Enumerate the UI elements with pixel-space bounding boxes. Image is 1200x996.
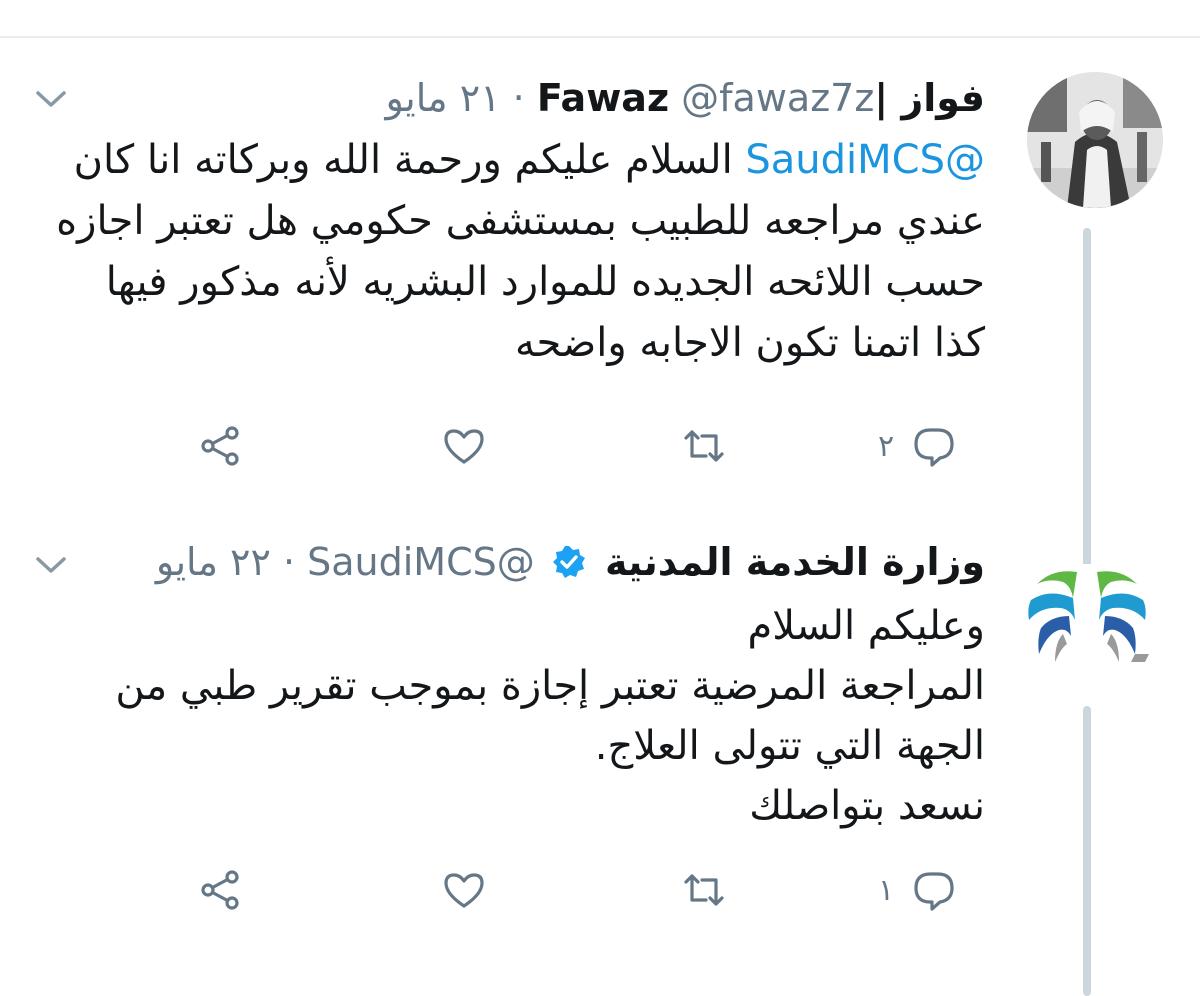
tweet-actions: ١ bbox=[0, 860, 1200, 920]
verified-badge-icon bbox=[551, 541, 587, 578]
tweet-line: نسعد بتواصلك bbox=[749, 783, 985, 829]
chevron-down-icon[interactable] bbox=[34, 88, 68, 110]
tweet-header: وزارة الخدمة المدنية @SaudiMCS · ٢٢ مايو bbox=[156, 536, 985, 588]
share-icon bbox=[201, 426, 239, 466]
tweet-actions: ٢ bbox=[0, 416, 1200, 476]
reply-icon bbox=[914, 872, 954, 911]
tweet-text: وعليكم السلام المراجعة المرضية تعتبر إجا… bbox=[55, 596, 985, 836]
tweet-saudimcs[interactable]: وزارة الخدمة المدنية @SaudiMCS · ٢٢ مايو… bbox=[0, 516, 1200, 996]
avatar[interactable] bbox=[1019, 564, 1155, 700]
author-name[interactable]: وزارة الخدمة المدنية bbox=[605, 540, 985, 584]
author-handle[interactable]: @fawaz7z bbox=[681, 76, 874, 120]
tweet-line: عندي مراجعه للطبيب بمستشفى حكومي هل تعتب… bbox=[56, 198, 985, 244]
chevron-down-icon[interactable] bbox=[34, 554, 68, 576]
separator-dot: · bbox=[282, 540, 296, 584]
mention-link[interactable]: @SaudiMCS bbox=[745, 137, 985, 183]
retweet-button[interactable] bbox=[680, 860, 728, 920]
tweet-fawaz[interactable]: فواز |Fawaz @fawaz7z · ٢١ مايو @SaudiMCS… bbox=[0, 38, 1200, 568]
share-button[interactable] bbox=[196, 860, 244, 920]
tweet-line: حسب اللائحه الجديده للموارد البشريه لأنه… bbox=[105, 259, 985, 305]
tweet-line: الجهة التي تتولى العلاج. bbox=[594, 723, 985, 769]
like-button[interactable] bbox=[440, 860, 488, 920]
reply-icon bbox=[914, 428, 954, 467]
tweet-text: @SaudiMCS السلام عليكم ورحمة الله وبركات… bbox=[55, 130, 985, 374]
reply-button[interactable]: ٢ bbox=[878, 416, 958, 476]
tweet-line: وعليكم السلام bbox=[747, 603, 985, 649]
share-icon bbox=[201, 870, 239, 910]
retweet-icon bbox=[684, 874, 724, 906]
like-button[interactable] bbox=[440, 416, 488, 476]
tweet-timestamp[interactable]: ٢١ مايو bbox=[386, 76, 501, 120]
thread-line bbox=[1083, 706, 1091, 996]
retweet-icon bbox=[684, 430, 724, 462]
reply-count: ٢ bbox=[878, 428, 895, 464]
ministry-logo-icon bbox=[1028, 571, 1149, 662]
tweet-line: كذا اتمنا تكون الاجابه واضحه bbox=[515, 320, 985, 366]
profile-photo-icon bbox=[1027, 72, 1163, 208]
share-button[interactable] bbox=[196, 416, 244, 476]
tweet-header: فواز |Fawaz @fawaz7z · ٢١ مايو bbox=[386, 72, 986, 124]
avatar[interactable] bbox=[1027, 72, 1163, 208]
reply-count: ١ bbox=[878, 872, 895, 908]
heart-icon bbox=[444, 429, 484, 464]
retweet-button[interactable] bbox=[680, 416, 728, 476]
reply-button[interactable]: ١ bbox=[878, 860, 958, 920]
tweet-line: المراجعة المرضية تعتبر إجازة بموجب تقرير… bbox=[115, 663, 985, 709]
heart-icon bbox=[444, 873, 484, 908]
tweet-line-text: السلام عليكم ورحمة الله وبركاته انا كان bbox=[73, 137, 746, 183]
tweet-line: @SaudiMCS السلام عليكم ورحمة الله وبركات… bbox=[55, 130, 985, 191]
separator-dot: · bbox=[512, 76, 525, 120]
author-handle[interactable]: @SaudiMCS bbox=[307, 540, 535, 584]
tweet-timestamp[interactable]: ٢٢ مايو bbox=[156, 540, 271, 584]
